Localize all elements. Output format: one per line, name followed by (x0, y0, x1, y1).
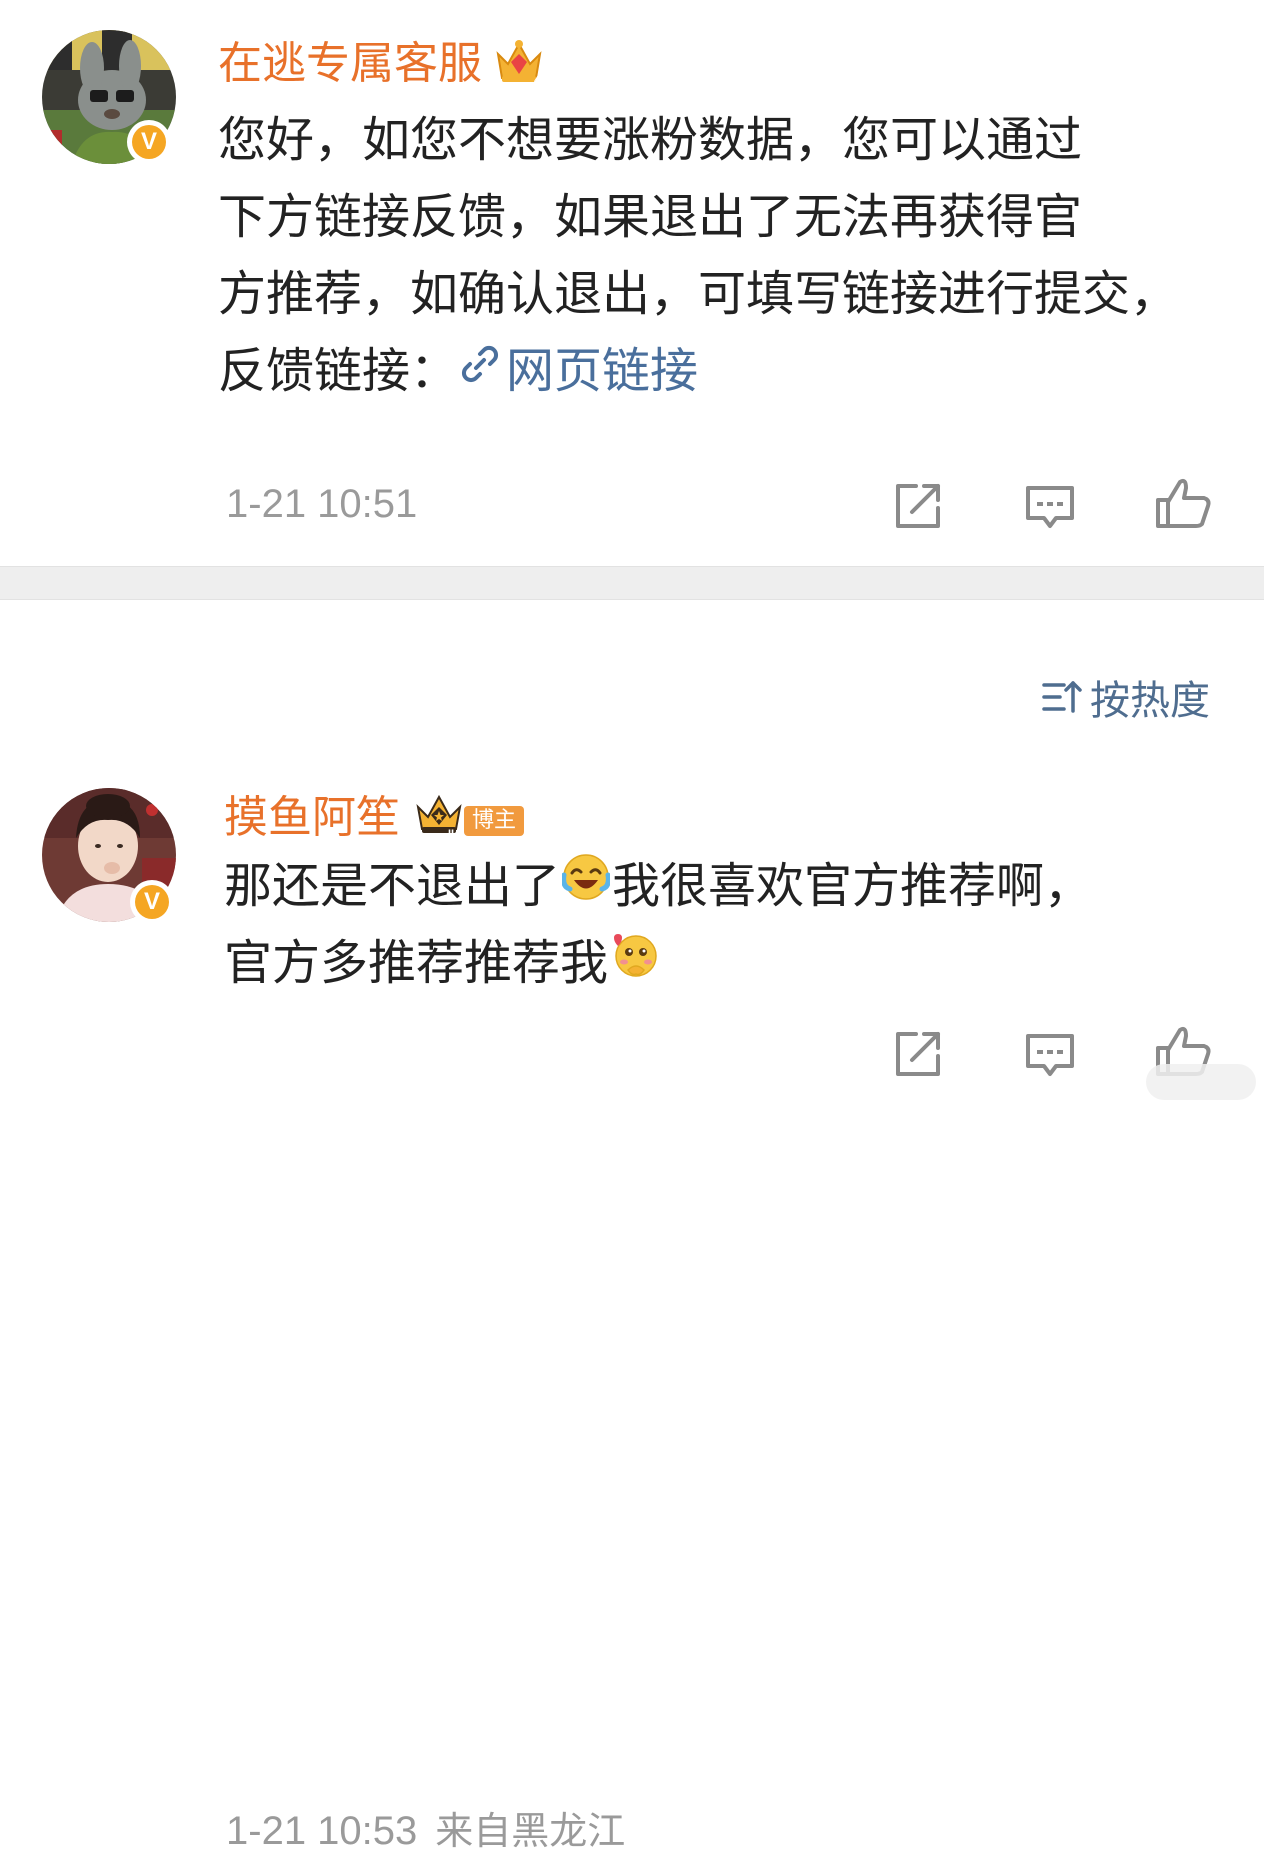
share-icon (896, 1032, 940, 1076)
comment-button[interactable] (1022, 478, 1078, 534)
comment-button[interactable] (1022, 1026, 1078, 1082)
comment-line: 那还是不退出了 我很喜欢官方推荐啊， (224, 848, 1092, 925)
like-icon (1156, 478, 1211, 528)
blogger-badge: 博主 (464, 806, 525, 836)
sort-button[interactable]: 按热度 (1042, 668, 1210, 726)
comment-text-part: 我很喜欢官方推荐啊， (612, 858, 1093, 914)
feedback-label: 反馈链接： (218, 343, 459, 399)
hopeful-emoji-icon (610, 924, 662, 1001)
verified-icon: V (135, 885, 169, 919)
comment-item: V 在逃专属客服 4 您好，如您不想要涨粉数据，您可以通过 下方链接反馈，如果退… (0, 0, 1264, 566)
laughing-crying-emoji-icon (561, 847, 611, 924)
comment-icon (1026, 486, 1074, 528)
link-label: 网页链接 (506, 343, 699, 399)
comment-item: V 摸鱼阿笙 II 博主 那还是不退出了 我很喜欢官方推荐啊， 官方多推荐推荐我 … (0, 770, 1264, 1853)
comment-meta: 1-21 10:51 (226, 482, 417, 527)
svg-text:4: 4 (534, 73, 541, 86)
comment-text-part: 官方多推荐推荐我 (224, 935, 609, 991)
comment-line: 方推荐，如确认退出，可填写链接进行提交， (218, 266, 1179, 322)
comment-header: 摸鱼阿笙 II 博主 (224, 790, 525, 846)
link-icon (458, 332, 502, 409)
share-button[interactable] (890, 478, 946, 534)
comment-icon (1026, 1034, 1074, 1076)
web-link[interactable]: 网页链接 (458, 343, 698, 399)
comment-line: 反馈链接： 网页链接 (218, 333, 1178, 410)
username[interactable]: 在逃专属客服 (218, 36, 482, 92)
share-button[interactable] (890, 1026, 946, 1082)
sort-label: 按热度 (1090, 678, 1210, 724)
comment-text: 那还是不退出了 我很喜欢官方推荐啊， 官方多推荐推荐我 (224, 848, 1092, 1002)
verified-badge: V (130, 880, 174, 924)
sort-icon (1042, 681, 1082, 713)
comment-text-part: 那还是不退出了 (224, 858, 561, 914)
username[interactable]: 摸鱼阿笙 (224, 790, 400, 846)
verified-badge: V (127, 120, 171, 164)
location: 来自黑龙江 (435, 1809, 626, 1853)
crown-level-icon: II (414, 793, 464, 843)
section-divider (0, 566, 1264, 600)
like-button[interactable] (1154, 474, 1211, 530)
crown-level-icon: 4 (494, 38, 544, 90)
comment-line: 您好，如您不想要涨粉数据，您可以通过 (218, 112, 1083, 168)
timestamp: 1-21 10:51 (226, 482, 418, 526)
svg-text:II: II (448, 828, 454, 839)
comment-meta: 1-21 10:53 来自黑龙江 (226, 1800, 625, 1855)
comment-line: 下方链接反馈，如果退出了无法再获得官 (218, 189, 1083, 245)
comment-text: 您好，如您不想要涨粉数据，您可以通过 下方链接反馈，如果退出了无法再获得官 方推… (218, 102, 1178, 410)
timestamp: 1-21 10:53 (226, 1809, 418, 1853)
watermark (1146, 1064, 1256, 1100)
share-icon (896, 484, 940, 528)
comment-line: 官方多推荐推荐我 (224, 925, 1092, 1002)
verified-icon: V (132, 125, 166, 159)
comment-header: 在逃专属客服 4 (218, 36, 544, 92)
